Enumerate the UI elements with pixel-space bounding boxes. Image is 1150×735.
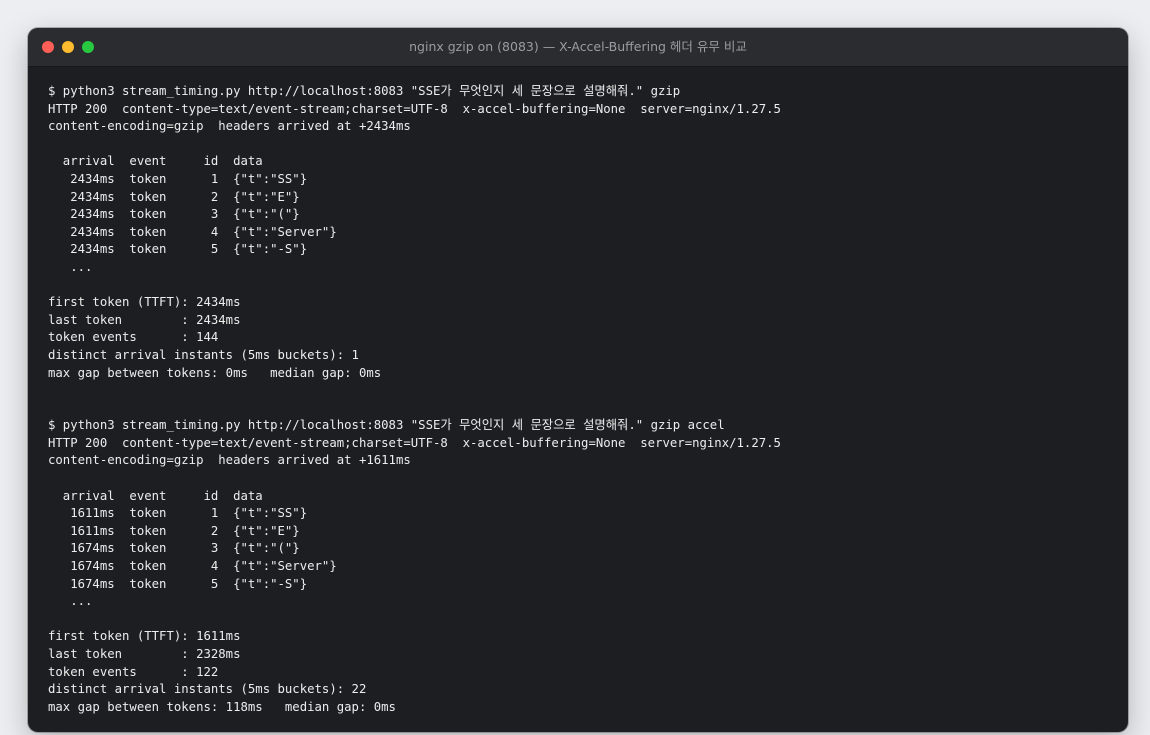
terminal-line: $ python3 stream_timing.py http://localh… [48, 418, 725, 433]
terminal-line: 2434ms token 2 {"t":"E"} [48, 189, 300, 204]
terminal-line: 1674ms token 5 {"t":"-S"} [48, 576, 308, 591]
terminal-line: ... [48, 259, 93, 274]
terminal-line: 1674ms token 4 {"t":"Server"} [48, 559, 337, 574]
terminal-line: HTTP 200 content-type=text/event-stream;… [48, 435, 781, 450]
terminal-line: distinct arrival instants (5ms buckets):… [48, 347, 359, 362]
terminal-line: HTTP 200 content-type=text/event-stream;… [48, 101, 781, 116]
terminal-line: 2434ms token 1 {"t":"SS"} [48, 171, 308, 186]
terminal-line: token events : 122 [48, 664, 219, 679]
terminal-window: nginx gzip on (8083) — X-Accel-Buffering… [28, 28, 1128, 732]
terminal-line: last token : 2434ms [48, 312, 241, 327]
terminal-line: distinct arrival instants (5ms buckets):… [48, 682, 367, 697]
terminal-line: last token : 2328ms [48, 647, 241, 661]
terminal-line: first token (TTFT): 2434ms [48, 295, 241, 310]
terminal-output[interactable]: $ python3 stream_timing.py http://localh… [48, 83, 1108, 732]
terminal-line: arrival event id data [48, 488, 263, 503]
terminal-line: $ python3 stream_timing.py http://localh… [48, 84, 681, 98]
terminal-line: max gap between tokens: 118ms median gap… [48, 699, 396, 714]
terminal-line: 2434ms token 5 {"t":"-S"} [48, 242, 308, 257]
terminal-line: arrival event id data [48, 154, 263, 169]
terminal-line: token events : 144 [48, 330, 219, 345]
terminal-line: content-encoding=gzip headers arrived at… [48, 119, 411, 134]
terminal-line: 2434ms token 4 {"t":"Server"} [48, 224, 337, 239]
terminal-line: 1674ms token 3 {"t":"("} [48, 541, 300, 556]
terminal-line: max gap between tokens: 0ms median gap: … [48, 365, 382, 380]
terminal-line: first token (TTFT): 1611ms [48, 629, 241, 644]
title-bar[interactable]: nginx gzip on (8083) — X-Accel-Buffering… [28, 28, 1128, 67]
terminal-line: 1611ms token 1 {"t":"SS"} [48, 506, 308, 521]
terminal-line: 2434ms token 3 {"t":"("} [48, 207, 300, 222]
terminal-line: ... [48, 594, 93, 609]
window-title: nginx gzip on (8083) — X-Accel-Buffering… [409, 39, 747, 54]
terminal-line: 1611ms token 2 {"t":"E"} [48, 523, 300, 538]
terminal-line: content-encoding=gzip headers arrived at… [48, 453, 411, 468]
